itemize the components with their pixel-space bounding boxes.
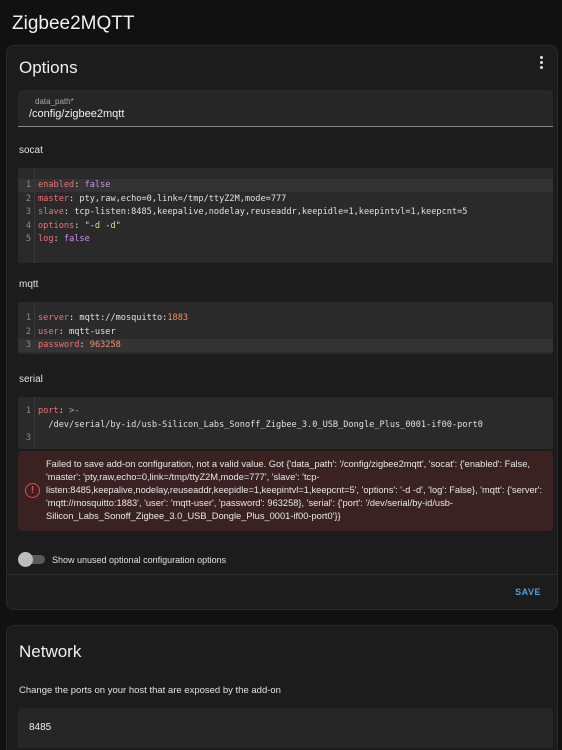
error-message: Failed to save add-on configuration, not… <box>46 459 543 521</box>
code-line: 2 master: pty,raw,echo=0,link=/tmp/ttyZ2M… <box>18 193 553 206</box>
code-token: : <box>79 340 90 350</box>
code-line: /dev/serial/by-id/usb-Silicon_Labs_Sonof… <box>18 419 553 432</box>
page-title: Zigbee2MQTT <box>12 13 135 34</box>
network-description: Change the ports on your host that are e… <box>19 685 281 696</box>
show-unused-label: Show unused optional configuration optio… <box>52 555 227 565</box>
data-path-field[interactable]: data_path* /config/zigbee2mqtt <box>18 90 553 127</box>
code-token: : pty,raw,echo=0,link=/tmp/ttyZ2M,mode=7… <box>69 193 287 204</box>
code-token: server <box>38 313 70 323</box>
line-number: 4 <box>25 220 31 231</box>
socat-editor[interactable]: 1 enabled: false 2 master: pty,raw,echo=0,l… <box>18 168 553 263</box>
code-token: : <box>74 180 85 190</box>
code-line: 1 enabled: false <box>18 179 553 192</box>
code-text: server: mqtt://mosquitto:1883 <box>38 312 188 325</box>
code-token: slave <box>38 207 64 217</box>
line-number: 1 <box>25 406 31 416</box>
dots-vertical-icon[interactable] <box>533 54 549 70</box>
code-line: 2 user: mqtt-user <box>18 326 553 339</box>
code-text: slave: tcp-listen:8485,keepalive,nodelay… <box>38 206 467 219</box>
serial-label: serial <box>19 374 43 385</box>
code-text: /dev/serial/by-id/usb-Silicon_Labs_Sonof… <box>38 419 483 432</box>
code-token: : mqtt-user <box>58 326 116 337</box>
code-text: log: false <box>38 233 90 246</box>
code-token: >- <box>69 406 80 416</box>
code-text: enabled: false <box>38 179 110 192</box>
code-text: master: pty,raw,echo=0,link=/tmp/ttyZ2M,… <box>38 193 286 206</box>
data-path-input[interactable]: /config/zigbee2mqtt <box>29 108 124 120</box>
show-unused-toggle[interactable] <box>18 552 48 567</box>
code-line: 1 port: >- <box>18 405 553 418</box>
line-number: 2 <box>25 193 31 204</box>
line-number: 3 <box>25 207 31 217</box>
line-number: 3 <box>25 433 31 443</box>
line-number: 1 <box>25 180 31 190</box>
socat-label: socat <box>19 145 43 156</box>
mqtt-label: mqtt <box>19 279 39 290</box>
line-number: 1 <box>25 313 31 323</box>
code-token: : mqtt://mosquitto: <box>69 313 168 323</box>
code-text: password: 963258 <box>38 339 121 352</box>
save-button[interactable]: SAVE <box>515 587 541 597</box>
code-token: options <box>38 220 75 231</box>
code-token: user <box>38 326 59 337</box>
code-token: false <box>63 234 90 244</box>
code-token: false <box>84 180 111 190</box>
alert-circle-icon: ! <box>25 483 40 498</box>
code-line: 1 server: mqtt://mosquitto:1883 <box>18 312 553 325</box>
mqtt-editor[interactable]: 1 server: mqtt://mosquitto:1883 2 user: mqt… <box>18 302 553 354</box>
code-token: enabled <box>38 180 75 190</box>
code-token: : <box>74 220 85 231</box>
line-number: 2 <box>25 326 31 337</box>
options-title: Options <box>19 58 78 77</box>
network-card: Network Change the ports on your host th… <box>6 625 558 750</box>
code-line: 3 slave: tcp-listen:8485,keepalive,nodela… <box>18 206 553 219</box>
code-text: user: mqtt-user <box>38 326 116 339</box>
options-card: Options data_path* /config/zigbee2mqtt s… <box>6 45 558 610</box>
card-divider <box>7 574 557 575</box>
port-field[interactable]: 8485 <box>18 708 553 748</box>
code-line: 4 options: "-d -d" <box>18 220 553 233</box>
code-line: 3 password: 963258 <box>18 339 553 352</box>
line-number: 3 <box>25 340 31 350</box>
code-line: 3 <box>18 432 553 445</box>
code-token: "-d -d" <box>84 220 121 231</box>
code-token: master <box>38 193 70 204</box>
data-path-label: data_path* <box>35 97 74 106</box>
code-text: options: "-d -d" <box>38 220 121 233</box>
code-token: log <box>38 234 54 244</box>
port-input[interactable]: 8485 <box>29 722 51 733</box>
serial-editor[interactable]: 1 port: >- /dev/serial/by-id/usb-Silicon_… <box>18 397 553 449</box>
code-text: port: >- <box>38 405 79 418</box>
code-token: 963258 <box>89 340 121 350</box>
code-token: password <box>38 340 80 350</box>
code-token: : <box>58 406 70 416</box>
line-number: 5 <box>25 234 31 244</box>
code-token: port <box>38 406 59 416</box>
code-token: /dev/serial/by-id/usb-Silicon_Labs_Sonof… <box>38 419 483 430</box>
code-line: 5 log: false <box>18 233 553 246</box>
code-token: 1883 <box>167 313 189 323</box>
code-token: : tcp-listen:8485,keepalive,nodelay,reus… <box>63 207 468 217</box>
error-alert: ! Failed to save add-on configuration, n… <box>18 451 553 531</box>
code-token: : <box>53 234 64 244</box>
network-title: Network <box>19 642 82 661</box>
